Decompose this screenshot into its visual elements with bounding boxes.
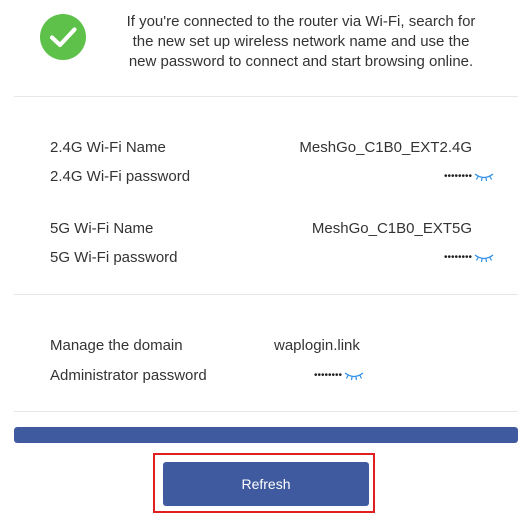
wifi-2g-password-mask: ••••••••: [443, 171, 472, 182]
wifi-5g-name-value: MeshGo_C1B0_EXT5G: [311, 220, 472, 237]
admin-domain-value: waplogin.link: [274, 337, 360, 354]
progress-fill: [14, 427, 518, 443]
show-password-icon[interactable]: [344, 370, 364, 382]
wifi-2g-password-value: ••••••••: [444, 168, 494, 186]
wifi-5g-name-label: 5G Wi-Fi Name: [50, 220, 154, 237]
message-line-3: new password to connect and start browsi…: [128, 53, 474, 70]
admin-password-label: Administrator password: [50, 367, 207, 384]
progress-bar: [14, 427, 518, 443]
admin-password-value: ••••••••: [314, 367, 364, 385]
message-line-2: the new set up wireless network name and…: [132, 33, 470, 50]
wifi-2g-password-label: 2.4G Wi-Fi password: [50, 168, 191, 185]
divider-middle: [14, 294, 518, 295]
message-line-1: If you're connected to the router via Wi…: [126, 13, 476, 30]
wifi-5g-password-mask: ••••••••: [443, 252, 472, 263]
show-password-icon[interactable]: [474, 171, 494, 183]
wifi-5g-password-value: ••••••••: [444, 249, 494, 267]
success-message: If you're connected to the router via Wi…: [110, 12, 492, 72]
wifi-2g-name-value: MeshGo_C1B0_EXT2.4G: [299, 139, 472, 156]
success-check-icon: [40, 14, 86, 60]
wifi-5g-password-label: 5G Wi-Fi password: [50, 249, 178, 266]
admin-password-mask: ••••••••: [314, 370, 343, 381]
divider-bottom: [14, 411, 518, 412]
divider-top: [14, 96, 518, 97]
show-password-icon[interactable]: [474, 252, 494, 264]
wifi-2g-name-label: 2.4G Wi-Fi Name: [50, 139, 166, 156]
admin-domain-label: Manage the domain: [50, 337, 183, 354]
refresh-button[interactable]: Refresh: [163, 462, 369, 506]
